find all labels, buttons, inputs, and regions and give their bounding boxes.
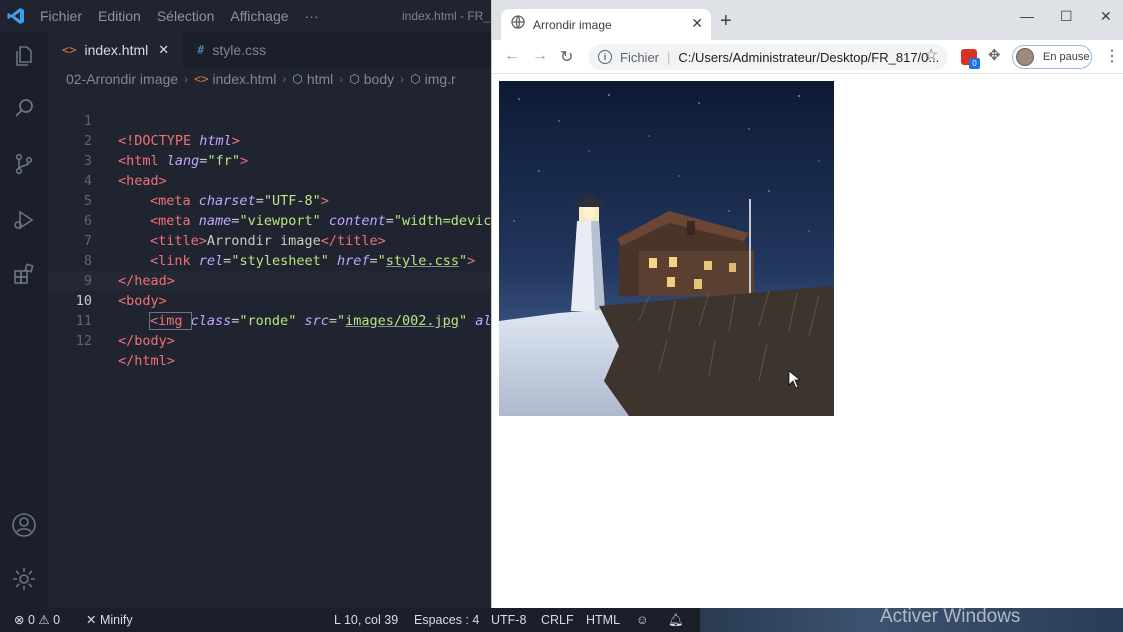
minify-button[interactable]: ✕ Minify xyxy=(86,608,133,632)
css-file-icon: # xyxy=(197,42,205,57)
error-count: 0 xyxy=(27,613,35,627)
window-title: index.html - FR_ xyxy=(402,9,491,23)
tab-label: style.css xyxy=(212,41,267,58)
code-line: 4 <meta charset="UTF-8"> xyxy=(48,151,498,209)
menu-more[interactable]: ··· xyxy=(297,0,327,32)
tab-index-html[interactable]: <> index.html ✕ xyxy=(48,32,184,67)
chevron-right-icon: › xyxy=(400,72,405,86)
error-icon: ⊗ xyxy=(14,613,25,627)
menu-selection[interactable]: Sélection xyxy=(149,0,223,32)
run-debug-icon[interactable] xyxy=(8,204,40,236)
more-menu-icon[interactable]: ⋮ xyxy=(1104,46,1120,66)
code-line: 12 </html> xyxy=(48,311,498,369)
code-editor[interactable]: 1 <!DOCTYPE html> 2 <html lang="fr"> 3 <… xyxy=(48,91,498,608)
explorer-icon[interactable] xyxy=(8,40,40,72)
extension-badge: 0 xyxy=(969,58,980,69)
reload-icon[interactable]: ↻ xyxy=(560,47,573,67)
bookmark-star-icon[interactable]: ☆ xyxy=(924,45,938,65)
activity-bar xyxy=(0,32,48,608)
omnibox-scheme-label: Fichier xyxy=(620,49,660,65)
minify-label: Minify xyxy=(99,613,133,627)
profile-status: En pause xyxy=(1043,51,1090,63)
encoding[interactable]: UTF-8 xyxy=(491,608,526,632)
forward-arrow-icon[interactable]: → xyxy=(532,47,548,65)
problems-indicator[interactable]: ⊗ 0 ⚠ 0 xyxy=(14,608,60,632)
menu-fichier[interactable]: Fichier xyxy=(32,0,90,32)
vscode-logo-icon xyxy=(0,0,32,32)
element-cube-icon: ⬡ xyxy=(349,72,360,86)
source-control-icon[interactable] xyxy=(8,148,40,180)
code-line: 9 <body> xyxy=(48,251,498,309)
code-line: 2 <html lang="fr"> xyxy=(48,111,498,169)
browser-tab-title: Arrondir image xyxy=(533,17,612,32)
profile-button[interactable]: En pause xyxy=(1012,45,1092,69)
html-file-icon: <> xyxy=(194,72,209,86)
chevron-right-icon: › xyxy=(282,72,287,86)
chevron-right-icon: › xyxy=(339,72,344,86)
warning-count: 0 xyxy=(53,613,61,627)
menu-edition[interactable]: Edition xyxy=(90,0,149,32)
search-icon[interactable] xyxy=(8,92,40,124)
breadcrumb-folder[interactable]: 02-Arrondir image xyxy=(66,71,178,87)
code-text: </body> xyxy=(118,333,175,349)
page-viewport xyxy=(492,74,1123,608)
language-mode[interactable]: HTML xyxy=(586,608,620,632)
info-icon[interactable]: i xyxy=(598,50,612,64)
breadcrumb-file[interactable]: index.html xyxy=(213,71,277,87)
globe-icon xyxy=(511,15,525,34)
close-window-icon[interactable]: ✕ xyxy=(1100,8,1112,25)
chevron-right-icon: › xyxy=(184,72,189,86)
tab-label: index.html xyxy=(84,41,149,58)
browser-tab-strip: Arrondir image ✕ + — ☐ ✕ xyxy=(492,0,1123,40)
maximize-icon[interactable]: ☐ xyxy=(1060,8,1073,25)
code-line-current: 10 <img class="ronde" src="images/002.jp… xyxy=(48,271,498,330)
url-text: C:/Users/Administrateur/Desktop/FR_817/0… xyxy=(678,49,940,65)
notifications-bell-icon[interactable]: 🔔︎ xyxy=(668,608,684,632)
back-arrow-icon[interactable]: ← xyxy=(504,47,520,65)
new-tab-icon[interactable]: + xyxy=(720,10,732,33)
lighthouse-photo xyxy=(499,81,834,416)
browser-window: Arrondir image ✕ + — ☐ ✕ ← → ↻ i Fichier… xyxy=(491,0,1123,608)
line-number: 12 xyxy=(75,333,92,349)
activation-watermark: Activer Windows xyxy=(880,606,1021,627)
code-line: 3 <head> xyxy=(48,131,498,189)
feedback-icon[interactable]: ☺ xyxy=(636,608,649,632)
tab-style-css[interactable]: # style.css xyxy=(183,32,281,67)
indentation[interactable]: Espaces : 4 xyxy=(414,608,479,632)
line-ending[interactable]: CRLF xyxy=(541,608,574,632)
screen: Fichier Edition Sélection Affichage ··· … xyxy=(0,0,1123,632)
browser-toolbar: ← → ↻ i Fichier | C:/Users/Administrateu… xyxy=(492,40,1123,74)
html-file-icon: <> xyxy=(62,42,77,57)
browser-tab[interactable]: Arrondir image ✕ xyxy=(501,9,711,40)
code-line: 1 <!DOCTYPE html> xyxy=(48,91,498,149)
code-line: 7 <link rel="stylesheet" href="style.css… xyxy=(48,211,498,269)
code-line: 6 <title>Arrondir image</title> xyxy=(48,191,498,249)
extensions-puzzle-icon[interactable]: ✥ xyxy=(988,46,1001,64)
code-text: </html> xyxy=(118,353,175,369)
element-cube-icon: ⬡ xyxy=(292,72,303,86)
warning-icon: ⚠ xyxy=(38,613,50,627)
menu-affichage[interactable]: Affichage xyxy=(222,0,296,32)
address-bar[interactable]: i Fichier | C:/Users/Administrateur/Desk… xyxy=(588,44,948,70)
element-cube-icon: ⬡ xyxy=(410,72,421,86)
extensions-icon[interactable] xyxy=(8,258,40,290)
account-icon[interactable] xyxy=(8,509,40,541)
breadcrumb-img[interactable]: img.r xyxy=(425,71,456,87)
settings-gear-icon[interactable] xyxy=(8,563,40,595)
code-line: 8 </head> xyxy=(48,231,498,289)
close-tab-icon[interactable]: ✕ xyxy=(691,15,703,32)
cursor-position[interactable]: L 10, col 39 xyxy=(334,608,398,632)
omnibox-divider: | xyxy=(667,49,671,65)
breadcrumb-body[interactable]: body xyxy=(364,71,394,87)
minify-icon: ✕ xyxy=(86,613,97,627)
code-line: 11 </body> xyxy=(48,291,498,349)
breadcrumb: 02-Arrondir image › <> index.html › ⬡ ht… xyxy=(48,67,498,91)
code-line: 5 <meta name="viewport" content="width=d… xyxy=(48,171,498,229)
minimize-icon[interactable]: — xyxy=(1020,8,1034,24)
editor-tabs: <> index.html ✕ # style.css xyxy=(48,32,498,67)
breadcrumb-html[interactable]: html xyxy=(307,71,333,87)
avatar xyxy=(1016,48,1034,66)
close-icon[interactable]: ✕ xyxy=(158,42,169,58)
